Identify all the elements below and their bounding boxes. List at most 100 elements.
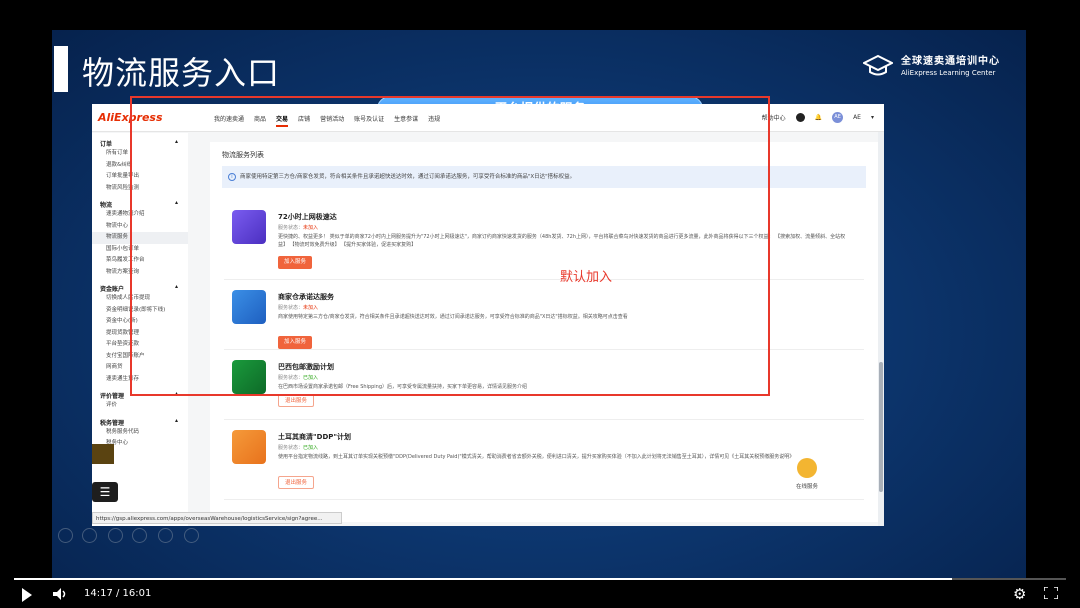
sidebar-item[interactable]: 国际小包订单	[92, 244, 188, 256]
info-icon: i	[228, 173, 236, 181]
ghost-zoom-icon	[158, 528, 173, 543]
nav-link[interactable]: 生意参谋	[394, 114, 418, 127]
trophy-icon[interactable]	[92, 444, 114, 464]
sidebar-item[interactable]: 支付宝国际账户	[92, 351, 188, 363]
user-name[interactable]: AE	[853, 114, 861, 121]
graduation-cap-icon	[863, 54, 893, 75]
sidebar-item[interactable]: 所有订单	[92, 148, 188, 160]
fullscreen-icon[interactable]	[1044, 587, 1058, 599]
customer-service-icon[interactable]	[797, 458, 817, 478]
service-icon	[232, 430, 266, 464]
help-center-link[interactable]: 帮助中心	[762, 113, 786, 122]
brand: 全球速卖通培训中心 AliExpress Learning Center	[863, 52, 1000, 77]
service-status: 服务状态：已加入	[278, 374, 318, 381]
sidebar: 订单所有订单退款&纠纷订单批量导出物流风险监测物流速卖通物流介绍物流中心物流服务…	[92, 133, 188, 526]
sidebar-item[interactable]: 评价	[92, 400, 188, 412]
list-menu-icon[interactable]: ☰	[92, 482, 118, 502]
bell-icon[interactable]: 🔔	[815, 114, 822, 121]
service-action-button[interactable]: 加入服务	[278, 336, 313, 349]
service-description: 使用平台指定物流线路，到土耳其订单实现关税预缴"DDP(Delivered Du…	[278, 454, 795, 460]
nav-link[interactable]: 交易	[276, 114, 289, 127]
status-url: https://gsp.aliexpress.com/apps/overseas…	[92, 512, 342, 524]
service-status-label: 服务状态：	[278, 445, 304, 451]
scrollbar[interactable]	[878, 132, 884, 526]
service-status-value: 未加入	[303, 305, 319, 311]
sidebar-item[interactable]: 物流服务	[92, 232, 188, 244]
sidebar-group[interactable]: 税务管理	[92, 417, 188, 427]
playback-time: 14:17 / 16:01	[84, 588, 152, 599]
sidebar-item[interactable]: 资金中心(新)	[92, 316, 188, 328]
volume-icon[interactable]	[52, 586, 68, 602]
service-status-value: 未加入	[303, 225, 319, 231]
service-card: 巴西包邮激励计划 服务状态：已加入 在巴西市场设置商家承诺包邮（Free Shipp…	[224, 350, 864, 420]
sidebar-item[interactable]: 速卖通物流介绍	[92, 209, 188, 221]
service-card: 土耳其商清"DDP"计划 服务状态：已加入 使用平台指定物流线路，到土耳其订单实现关…	[224, 420, 864, 500]
sidebar-group[interactable]: 物流	[92, 199, 188, 209]
sidebar-item[interactable]: 菜鸟履发工作台	[92, 255, 188, 267]
sidebar-item[interactable]: 资金明细记录(即将下线)	[92, 305, 188, 317]
nav-link[interactable]: 店铺	[298, 114, 310, 127]
aliexpress-logo[interactable]: AliExpress	[98, 111, 163, 124]
sidebar-group[interactable]: 资金账户	[92, 283, 188, 293]
sidebar-item[interactable]: 提现货款管理	[92, 328, 188, 340]
sidebar-item[interactable]: 物流风险监测	[92, 183, 188, 195]
service-status-label: 服务状态：	[278, 375, 304, 381]
message-icon[interactable]	[795, 113, 805, 122]
service-status-value: 已加入	[303, 375, 319, 381]
gear-icon[interactable]: ⚙	[1013, 585, 1026, 603]
service-status: 服务状态：未加入	[278, 304, 318, 311]
video-stage: 物流服务入口 全球速卖通培训中心 AliExpress Learning Cen…	[0, 0, 1080, 608]
online-service-label[interactable]: 在线服务	[796, 484, 818, 490]
service-action-button[interactable]: 退出服务	[278, 394, 315, 407]
service-status-label: 服务状态：	[278, 305, 304, 311]
notice-banner: i 商家使用特定第三方仓/商家仓发货，符合相关条件且承诺超快送达时效，通过订阅承…	[222, 166, 866, 188]
sidebar-item[interactable]: 物流方案查询	[92, 267, 188, 279]
play-icon[interactable]	[22, 588, 32, 602]
service-card: 商家仓承诺达服务 服务状态：未加入 商家使用特定第三方仓/商家仓发货，符合相关条件且…	[224, 280, 864, 350]
nav-link[interactable]: 营销活动	[320, 114, 344, 127]
service-description: 商家使用特定第三方仓/商家仓发货，符合相关条件且承诺超快送达时效，通过订阅承诺达…	[278, 314, 628, 320]
nav-links: 我的速卖通 商品 交易 店铺 营销活动 账号及认证 生意参谋 违规	[214, 114, 440, 127]
scrollbar-thumb[interactable]	[879, 362, 883, 492]
ghost-camera-icon	[132, 528, 147, 543]
nav-link[interactable]: 账号及认证	[354, 114, 384, 127]
service-status: 服务状态：未加入	[278, 224, 318, 231]
sidebar-item[interactable]: 退款&纠纷	[92, 160, 188, 172]
ghost-next-icon	[82, 528, 97, 543]
brand-cn: 全球速卖通培训中心	[901, 56, 1000, 67]
service-icon	[232, 360, 266, 394]
top-nav: AliExpress 我的速卖通 商品 交易 店铺 营销活动 账号及认证 生意参谋 违规 帮助…	[92, 104, 884, 132]
avatar[interactable]: AE	[832, 112, 844, 123]
service-description: 更快捷的、权益更多！ 类似于单的商家72小时内上网服务提升为"72小时上网极速达…	[278, 234, 846, 248]
video-progress-fill	[14, 578, 953, 580]
annotation-default-join: 默认加入	[560, 270, 613, 285]
sidebar-item[interactable]: 切换成人民币提现	[92, 293, 188, 305]
sidebar-item[interactable]: 物流中心	[92, 221, 188, 233]
sidebar-item[interactable]: 税务服务代码	[92, 427, 188, 439]
sidebar-item[interactable]: 订单批量导出	[92, 171, 188, 183]
service-description: 在巴西市场设置商家承诺包邮（Free Shipping）后，可享受专属流量扶持，…	[278, 384, 528, 390]
ghost-prev-icon	[58, 528, 73, 543]
sidebar-item[interactable]: 网商贷	[92, 362, 188, 374]
sidebar-group[interactable]: 评价管理	[92, 390, 188, 400]
service-card: 72小时上网极速达 服务状态：未加入 更快捷的、权益更多！ 类似于单的商家72小时内…	[224, 200, 864, 280]
service-action-button[interactable]: 退出服务	[278, 476, 315, 489]
sidebar-item[interactable]: 速卖通生意存	[92, 374, 188, 386]
video-progress-bar[interactable]	[14, 578, 1066, 580]
service-action-button[interactable]: 加入服务	[278, 256, 313, 269]
ghost-more-icon	[184, 528, 199, 543]
nav-link[interactable]: 违规	[428, 114, 440, 127]
nav-link[interactable]: 商品	[254, 114, 266, 127]
chevron-down-icon[interactable]: ▾	[871, 114, 874, 121]
sidebar-item[interactable]: 平台垫资还款	[92, 339, 188, 351]
nav-link[interactable]: 我的速卖通	[214, 114, 244, 127]
service-status-value: 已加入	[303, 445, 319, 451]
ghost-pen-icon	[108, 528, 123, 543]
nav-right: 帮助中心 🔔 AE AE ▾	[762, 112, 874, 123]
sidebar-group[interactable]: 订单	[92, 138, 188, 148]
notice-text: 商家使用特定第三方仓/商家仓发货，符合相关条件且承诺超快送达时效，通过订阅承诺达…	[240, 174, 576, 180]
service-icon	[232, 210, 266, 244]
service-icon	[232, 290, 266, 324]
online-service[interactable]: 在线服务	[796, 458, 818, 490]
slide-title: 物流服务入口	[82, 54, 281, 92]
